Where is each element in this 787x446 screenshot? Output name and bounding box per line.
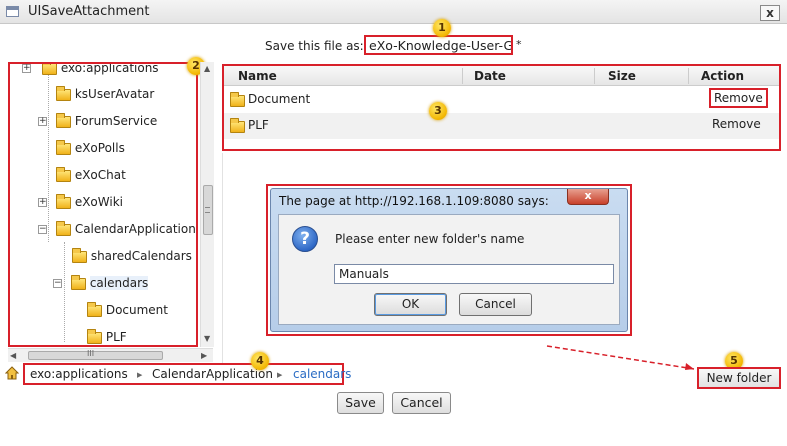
column-header-date[interactable]: Date — [474, 69, 506, 83]
remove-button[interactable]: Remove — [709, 117, 764, 131]
tree-item-calendars[interactable]: − calendars — [53, 273, 149, 293]
dialog-body: ? Please enter new folder's name Manuals… — [278, 214, 620, 325]
folder-icon — [71, 274, 86, 290]
column-divider — [462, 68, 463, 84]
folder-icon — [87, 328, 102, 344]
tree-item-label: Document — [105, 303, 168, 317]
breadcrumb-bar: exo:applications ▶ CalendarApplication ▶… — [0, 363, 787, 387]
table-row[interactable]: PLF Remove — [224, 113, 779, 139]
tree-item-exochat[interactable]: eXoChat — [56, 165, 126, 185]
breadcrumb-item[interactable]: CalendarApplication — [152, 367, 273, 381]
tree-item-ksuseravatar[interactable]: ksUserAvatar — [56, 84, 154, 104]
folder-icon — [72, 247, 87, 263]
new-folder-prompt-dialog: The page at http://192.168.1.109:8080 sa… — [270, 188, 628, 332]
window-icon — [6, 6, 19, 17]
tree-item-plf[interactable]: PLF — [87, 327, 127, 345]
tree-item-exo-applications[interactable]: + exo:applications — [22, 62, 159, 78]
tree-vertical-scrollbar[interactable]: ▲ ▼ — [200, 62, 214, 347]
column-header-size[interactable]: Size — [608, 69, 636, 83]
table-header: Name Date Size Action — [224, 66, 779, 86]
collapse-icon[interactable]: − — [53, 279, 62, 288]
dialog-close-button[interactable]: x — [567, 189, 609, 205]
tree-item-label: sharedCalendars — [90, 249, 192, 263]
tree-item-sharedcalendars[interactable]: sharedCalendars — [72, 246, 192, 266]
expand-icon[interactable]: + — [38, 117, 47, 126]
expand-icon[interactable]: + — [38, 198, 47, 207]
save-as-label: Save this file as: — [265, 39, 364, 53]
cancel-button[interactable]: Cancel — [392, 392, 451, 414]
column-divider — [688, 68, 689, 84]
column-header-name[interactable]: Name — [238, 69, 277, 83]
scrollbar-thumb[interactable]: III — [28, 349, 163, 360]
tree-item-label: eXoPolls — [74, 141, 125, 155]
tree-item-label: ksUserAvatar — [74, 87, 155, 101]
folder-icon — [56, 112, 71, 128]
breadcrumb-separator-icon: ▶ — [137, 371, 143, 379]
folder-icon — [56, 193, 71, 209]
column-header-action: Action — [701, 69, 745, 83]
file-name[interactable]: Document — [248, 92, 310, 106]
folder-icon — [230, 118, 245, 133]
column-divider — [594, 68, 595, 84]
tree-horizontal-scrollbar[interactable]: ◀ III ▶ — [8, 348, 213, 362]
scroll-left-icon[interactable]: ◀ — [10, 351, 16, 360]
tree-item-label: calendars — [89, 276, 149, 290]
save-button[interactable]: Save — [337, 392, 384, 414]
tree-item-forumservice[interactable]: + ForumService — [38, 111, 157, 131]
folder-icon — [87, 301, 102, 317]
ok-button[interactable]: OK — [374, 293, 447, 316]
breadcrumb: exo:applications ▶ CalendarApplication ▶… — [23, 363, 351, 385]
tree-item-exopolls[interactable]: eXoPolls — [56, 138, 125, 158]
tree-item-label: exo:applications — [60, 62, 159, 75]
tree-item-label: eXoWiki — [74, 195, 123, 209]
folder-icon — [56, 139, 71, 155]
callout-marker-4: 4 — [251, 352, 269, 370]
folder-icon — [42, 64, 57, 75]
file-name[interactable]: PLF — [248, 118, 269, 132]
window-title: UISaveAttachment — [28, 4, 150, 19]
window-titlebar: UISaveAttachment x — [0, 0, 787, 24]
scroll-grip-icon: III — [87, 349, 95, 358]
folder-icon — [56, 166, 71, 182]
tree-item-label: eXoChat — [74, 168, 126, 182]
callout-marker-1: 1 — [433, 19, 451, 37]
folder-icon — [56, 85, 71, 101]
tree-guide-line — [48, 72, 49, 242]
dialog-cancel-button[interactable]: Cancel — [459, 293, 532, 316]
breadcrumb-item-current[interactable]: calendars — [293, 367, 351, 381]
scroll-grip-icon — [205, 207, 210, 213]
window-close-button[interactable]: x — [760, 5, 780, 21]
file-name-input[interactable]: eXo-Knowledge-User-Gui — [364, 35, 513, 55]
tree-item-calendarapplication[interactable]: − CalendarApplication — [38, 219, 196, 239]
save-as-row: Save this file as: eXo-Knowledge-User-Gu… — [0, 32, 787, 60]
file-list-table: Name Date Size Action Document Remove PL… — [222, 64, 781, 151]
tree-item-label: PLF — [105, 330, 127, 344]
scroll-down-icon[interactable]: ▼ — [204, 334, 210, 343]
scroll-up-icon[interactable]: ▲ — [204, 64, 210, 73]
required-mark: * — [516, 38, 522, 51]
folder-icon — [230, 92, 245, 107]
folder-name-input[interactable]: Manuals — [334, 264, 614, 284]
dialog-title: The page at http://192.168.1.109:8080 sa… — [279, 194, 549, 208]
folder-tree: + exo:applications ksUserAvatar + ForumS… — [8, 62, 198, 347]
tree-item-document[interactable]: Document — [87, 300, 168, 320]
home-icon[interactable] — [5, 366, 19, 380]
tree-item-exowiki[interactable]: + eXoWiki — [38, 192, 123, 212]
breadcrumb-separator-icon: ▶ — [277, 371, 283, 379]
tree-item-label: CalendarApplication — [74, 222, 196, 236]
dialog-message: Please enter new folder's name — [335, 232, 525, 246]
remove-button[interactable]: Remove — [709, 88, 768, 108]
expand-icon[interactable]: + — [22, 64, 31, 73]
tree-item-label: ForumService — [74, 114, 158, 128]
folder-icon — [56, 220, 71, 236]
collapse-icon[interactable]: − — [38, 225, 47, 234]
table-row[interactable]: Document Remove — [224, 87, 779, 113]
question-icon: ? — [292, 226, 318, 252]
breadcrumb-item[interactable]: exo:applications — [30, 367, 128, 381]
scroll-right-icon[interactable]: ▶ — [201, 351, 207, 360]
callout-marker-3: 3 — [429, 102, 447, 120]
